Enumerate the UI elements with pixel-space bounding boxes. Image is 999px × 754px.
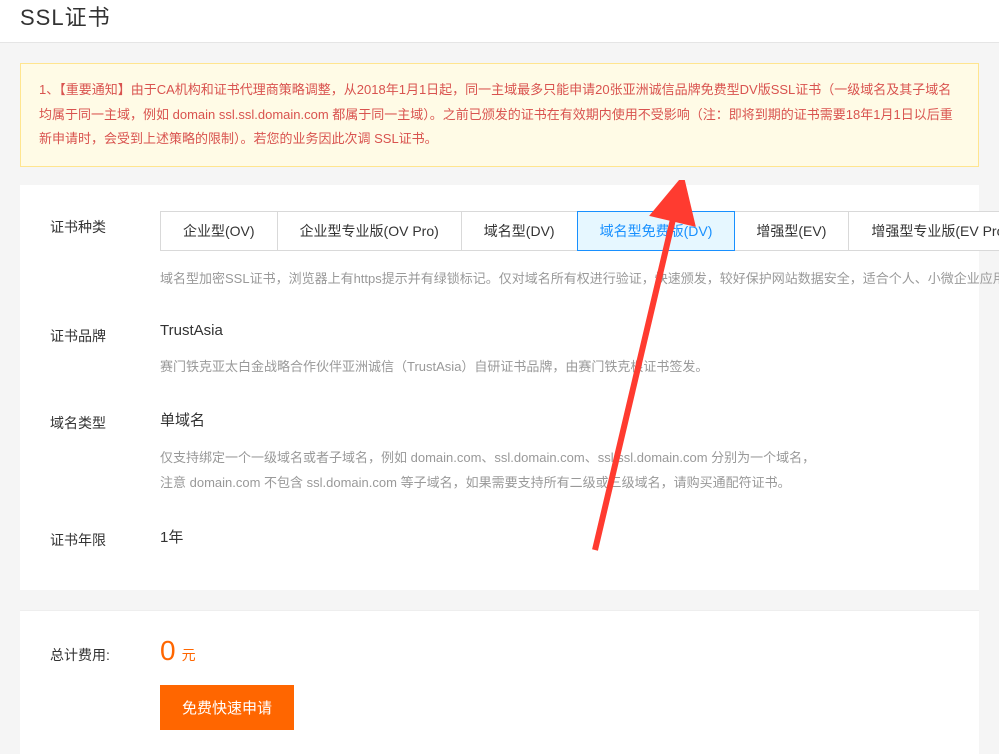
tab-dvfree[interactable]: 域名型免费版(DV) bbox=[577, 211, 736, 251]
tab-ovpro[interactable]: 企业型专业版(OV Pro) bbox=[278, 212, 462, 250]
cert-type-label: 证书种类 bbox=[50, 211, 160, 292]
brand-value: TrustAsia bbox=[160, 320, 949, 339]
brand-desc: 赛门铁克亚太白金战略合作伙伴亚洲诚信（TrustAsia）自研证书品牌，由赛门铁… bbox=[160, 355, 949, 380]
domain-type-desc: 仅支持绑定一个一级域名或者子域名，例如 domain.com、ssl.domai… bbox=[160, 446, 949, 495]
brand-label: 证书品牌 bbox=[50, 320, 160, 380]
cert-type-content: 企业型(OV) 企业型专业版(OV Pro) 域名型(DV) 域名型免费版(DV… bbox=[160, 211, 999, 292]
footer-card: 总计费用: 0 元 免费快速申请 bbox=[20, 611, 979, 754]
domain-type-content: 单域名 仅支持绑定一个一级域名或者子域名，例如 domain.com、ssl.d… bbox=[160, 407, 949, 495]
page-header: SSL证书 bbox=[0, 0, 999, 43]
year-label: 证书年限 bbox=[50, 524, 160, 550]
tab-ov[interactable]: 企业型(OV) bbox=[161, 212, 278, 250]
cert-type-tabs: 企业型(OV) 企业型专业版(OV Pro) 域名型(DV) 域名型免费版(DV… bbox=[160, 211, 999, 251]
domain-type-label: 域名类型 bbox=[50, 407, 160, 495]
domain-type-row: 域名类型 单域名 仅支持绑定一个一级域名或者子域名，例如 domain.com、… bbox=[50, 407, 949, 495]
notice-box: 1、【重要通知】由于CA机构和证书代理商策略调整，从2018年1月1日起，同一主… bbox=[20, 63, 979, 167]
notice-text: 1、【重要通知】由于CA机构和证书代理商策略调整，从2018年1月1日起，同一主… bbox=[39, 82, 953, 146]
cost-label: 总计费用: bbox=[50, 645, 160, 665]
page-title: SSL证书 bbox=[20, 0, 979, 32]
domain-type-value: 单域名 bbox=[160, 407, 949, 430]
tab-evpro[interactable]: 增强型专业版(EV Pro) bbox=[849, 212, 999, 250]
content-card: 证书种类 企业型(OV) 企业型专业版(OV Pro) 域名型(DV) 域名型免… bbox=[20, 185, 979, 590]
cert-type-row: 证书种类 企业型(OV) 企业型专业版(OV Pro) 域名型(DV) 域名型免… bbox=[50, 211, 949, 292]
year-content: 1年 bbox=[160, 524, 949, 550]
cert-type-desc: 域名型加密SSL证书，浏览器上有https提示并有绿锁标记。仅对域名所有权进行验… bbox=[160, 267, 999, 292]
cost-unit: 元 bbox=[182, 645, 196, 665]
tab-ev[interactable]: 增强型(EV) bbox=[734, 212, 849, 250]
year-value: 1年 bbox=[160, 524, 949, 547]
brand-row: 证书品牌 TrustAsia 赛门铁克亚太白金战略合作伙伴亚洲诚信（TrustA… bbox=[50, 320, 949, 380]
tab-dv[interactable]: 域名型(DV) bbox=[462, 212, 578, 250]
year-row: 证书年限 1年 bbox=[50, 524, 949, 550]
apply-button[interactable]: 免费快速申请 bbox=[160, 685, 294, 730]
brand-content: TrustAsia 赛门铁克亚太白金战略合作伙伴亚洲诚信（TrustAsia）自… bbox=[160, 320, 949, 380]
